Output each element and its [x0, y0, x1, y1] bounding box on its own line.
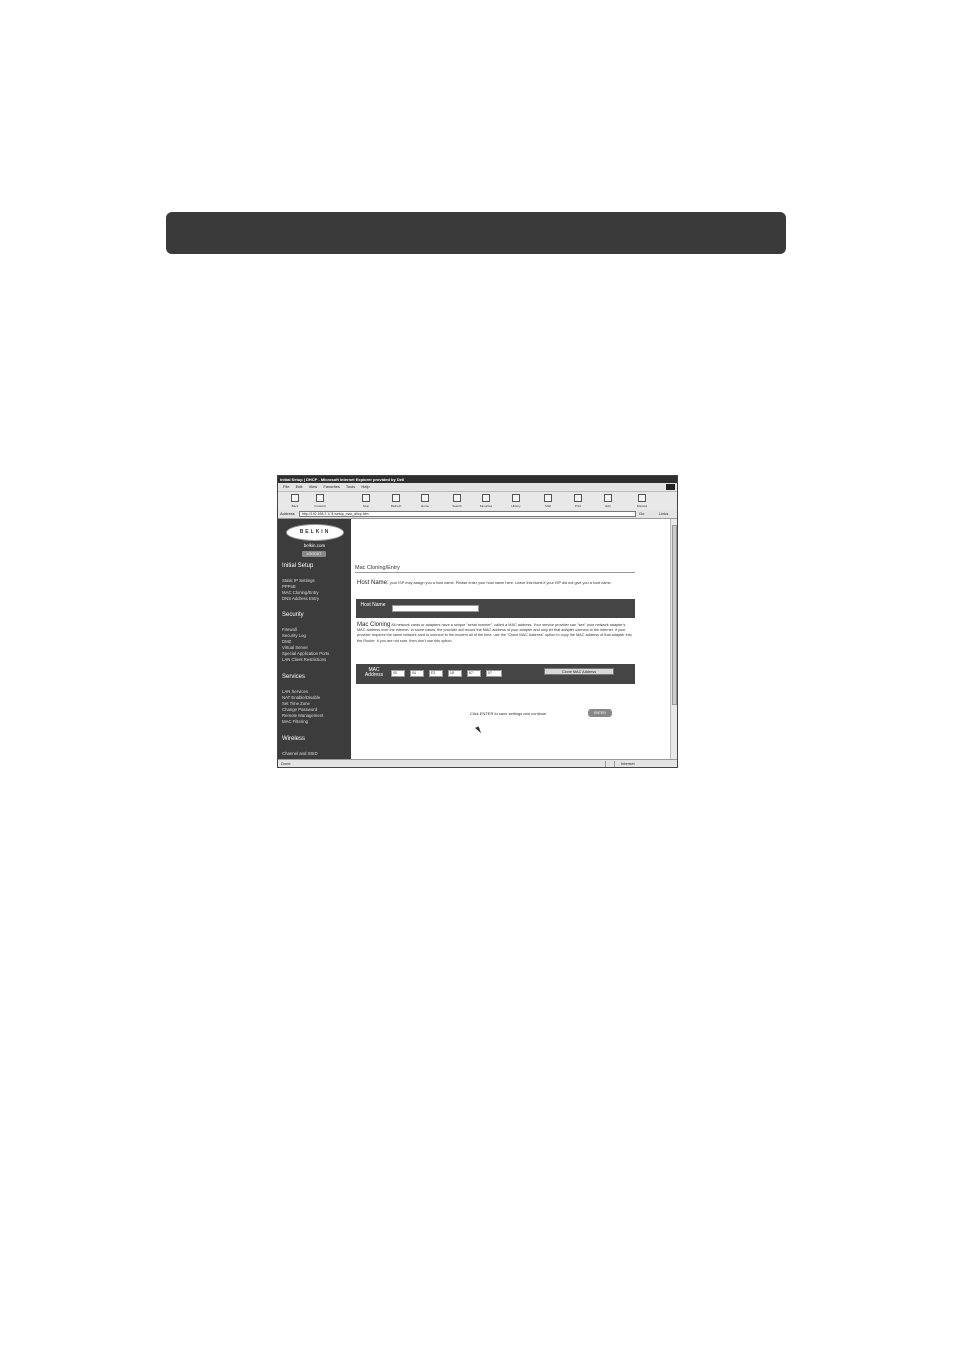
scrollbar-thumb[interactable]: [672, 525, 677, 705]
menu-favorites[interactable]: Favorites: [323, 484, 339, 489]
mac-octet-6[interactable]: 07: [486, 670, 502, 677]
section-security: Security: [282, 612, 304, 618]
status-text: Done: [281, 761, 291, 766]
forward-button[interactable]: Forward: [307, 494, 333, 508]
sidebar-item-lan-restrictions[interactable]: LAN Client Restrictions: [282, 657, 326, 662]
mac-octet-3[interactable]: E2: [429, 670, 443, 677]
host-name-description: Host Name: your ISP may assign you a hos…: [357, 580, 633, 586]
sidebar-item-pppoe[interactable]: PPPoE: [282, 584, 296, 589]
back-button[interactable]: Back: [282, 494, 308, 508]
sidebar-item-virtual-server[interactable]: Virtual Server: [282, 645, 308, 650]
menu-help[interactable]: Help: [361, 484, 369, 489]
title-divider: [355, 572, 635, 573]
back-arrow-icon: [291, 494, 299, 502]
print-button[interactable]: Print: [565, 494, 591, 508]
stop-icon: [362, 494, 370, 502]
host-name-text: your ISP may assign you a host name. Ple…: [389, 581, 612, 585]
discuss-icon: [638, 494, 646, 502]
enter-button[interactable]: ENTER: [588, 709, 612, 717]
mail-icon: [544, 494, 552, 502]
history-icon: [512, 494, 520, 502]
sidebar-item-firewall[interactable]: Firewall: [282, 627, 297, 632]
section-wireless: Wireless: [282, 736, 306, 742]
sidebar-item-nat[interactable]: NAT Enable/Disable: [282, 695, 320, 700]
search-button[interactable]: Search: [444, 494, 470, 508]
router-screenshot: Initial Setup | DHCP - Microsoft Interne…: [277, 475, 678, 768]
section-services: Services: [282, 674, 306, 680]
vertical-scrollbar[interactable]: [670, 519, 677, 759]
sidebar: BELKIN belkin.com LOGOUT Initial Setup S…: [278, 519, 351, 759]
sidebar-item-lan-services[interactable]: LAN Services: [282, 689, 308, 694]
address-bar: Address http://192.168.2.1/ $ /setup_mac…: [278, 510, 677, 519]
host-name-label: Host Name: [360, 602, 386, 608]
sidebar-item-dns[interactable]: DNS Address Entry: [282, 596, 319, 601]
mac-address-label: MAC Address: [364, 667, 384, 678]
mouse-cursor-icon: [474, 726, 482, 735]
status-divider: [614, 761, 615, 767]
host-name-heading: Host Name:: [357, 580, 389, 586]
menu-edit[interactable]: Edit: [296, 484, 303, 489]
mac-octet-1[interactable]: 00: [391, 670, 405, 677]
sidebar-item-static-ip[interactable]: Static IP Settings: [282, 578, 315, 583]
enter-instruction: Click ENTER to save settings and continu…: [470, 711, 547, 716]
sidebar-item-special-ports[interactable]: Special Application Ports: [282, 651, 329, 656]
page-title: Mac Cloning/Entry: [355, 565, 400, 571]
section-initial-setup: Initial Setup: [282, 563, 314, 569]
mac-cloning-text: All network cards or adapters have a uni…: [357, 623, 632, 643]
host-name-input[interactable]: [392, 605, 479, 612]
logout-button[interactable]: LOGOUT: [302, 551, 326, 557]
site-link[interactable]: belkin.com: [278, 543, 351, 548]
menu-tools[interactable]: Tools: [346, 484, 355, 489]
home-icon: [421, 494, 429, 502]
print-icon: [574, 494, 582, 502]
edit-icon: [604, 494, 612, 502]
sidebar-item-security-log[interactable]: Security Log: [282, 633, 306, 638]
search-icon: [453, 494, 461, 502]
go-button[interactable]: Go: [639, 510, 644, 518]
address-input[interactable]: http://192.168.2.1/ $ /setup_mac_dhcp.ht…: [299, 511, 636, 517]
mail-button[interactable]: Mail: [535, 494, 561, 508]
clone-mac-button[interactable]: Clone MAC Address: [544, 668, 614, 675]
sidebar-item-time-zone[interactable]: Set Time Zone: [282, 701, 310, 706]
menu-bar: File Edit View Favorites Tools Help: [278, 483, 677, 492]
mac-octet-5[interactable]: 67: [467, 670, 481, 677]
sidebar-item-dmz[interactable]: DMZ: [282, 639, 291, 644]
mac-address-row: MAC Address 00 04 E2 18 67 07 Clone MAC …: [356, 664, 635, 684]
forward-arrow-icon: [316, 494, 324, 502]
section-header-bar: [166, 212, 786, 254]
mac-cloning-heading: Mac Cloning: [357, 622, 391, 628]
refresh-button[interactable]: Refresh: [383, 494, 409, 508]
status-zone: Internet: [621, 761, 635, 766]
mac-cloning-description: Mac Cloning All network cards or adapter…: [357, 622, 633, 644]
refresh-icon: [392, 494, 400, 502]
mac-octet-2[interactable]: 04: [410, 670, 424, 677]
address-label: Address: [280, 511, 295, 516]
home-button[interactable]: Home: [412, 494, 438, 508]
main-content: Mac Cloning/Entry Host Name: your ISP ma…: [351, 519, 669, 759]
status-divider: [605, 761, 606, 767]
belkin-logo[interactable]: BELKIN: [286, 524, 344, 541]
links-button[interactable]: Links: [659, 510, 668, 518]
windows-logo-icon: [666, 484, 675, 490]
mac-octet-4[interactable]: 18: [448, 670, 462, 677]
discuss-button[interactable]: Discuss: [629, 494, 655, 508]
sidebar-item-mac-filtering[interactable]: MAC Filtering: [282, 719, 308, 724]
status-bar: Done Internet: [278, 759, 677, 767]
sidebar-item-remote-management[interactable]: Remote Management: [282, 713, 323, 718]
stop-button[interactable]: Stop: [353, 494, 379, 508]
sidebar-item-change-password[interactable]: Change Password: [282, 707, 317, 712]
host-name-row: Host Name: [356, 599, 635, 618]
menu-file[interactable]: File: [283, 484, 289, 489]
menu-view[interactable]: View: [309, 484, 318, 489]
favorites-button[interactable]: Favorites: [473, 494, 499, 508]
edit-button[interactable]: Edit: [595, 494, 621, 508]
favorites-icon: [482, 494, 490, 502]
sidebar-item-channel-ssid[interactable]: Channel and SSID: [282, 751, 318, 756]
history-button[interactable]: History: [503, 494, 529, 508]
sidebar-item-mac-cloning[interactable]: MAC Cloning/Entry: [282, 590, 319, 595]
browser-toolbar: Back Forward Stop Refresh Home Search Fa…: [278, 492, 677, 511]
window-title: Initial Setup | DHCP - Microsoft Interne…: [278, 476, 677, 483]
